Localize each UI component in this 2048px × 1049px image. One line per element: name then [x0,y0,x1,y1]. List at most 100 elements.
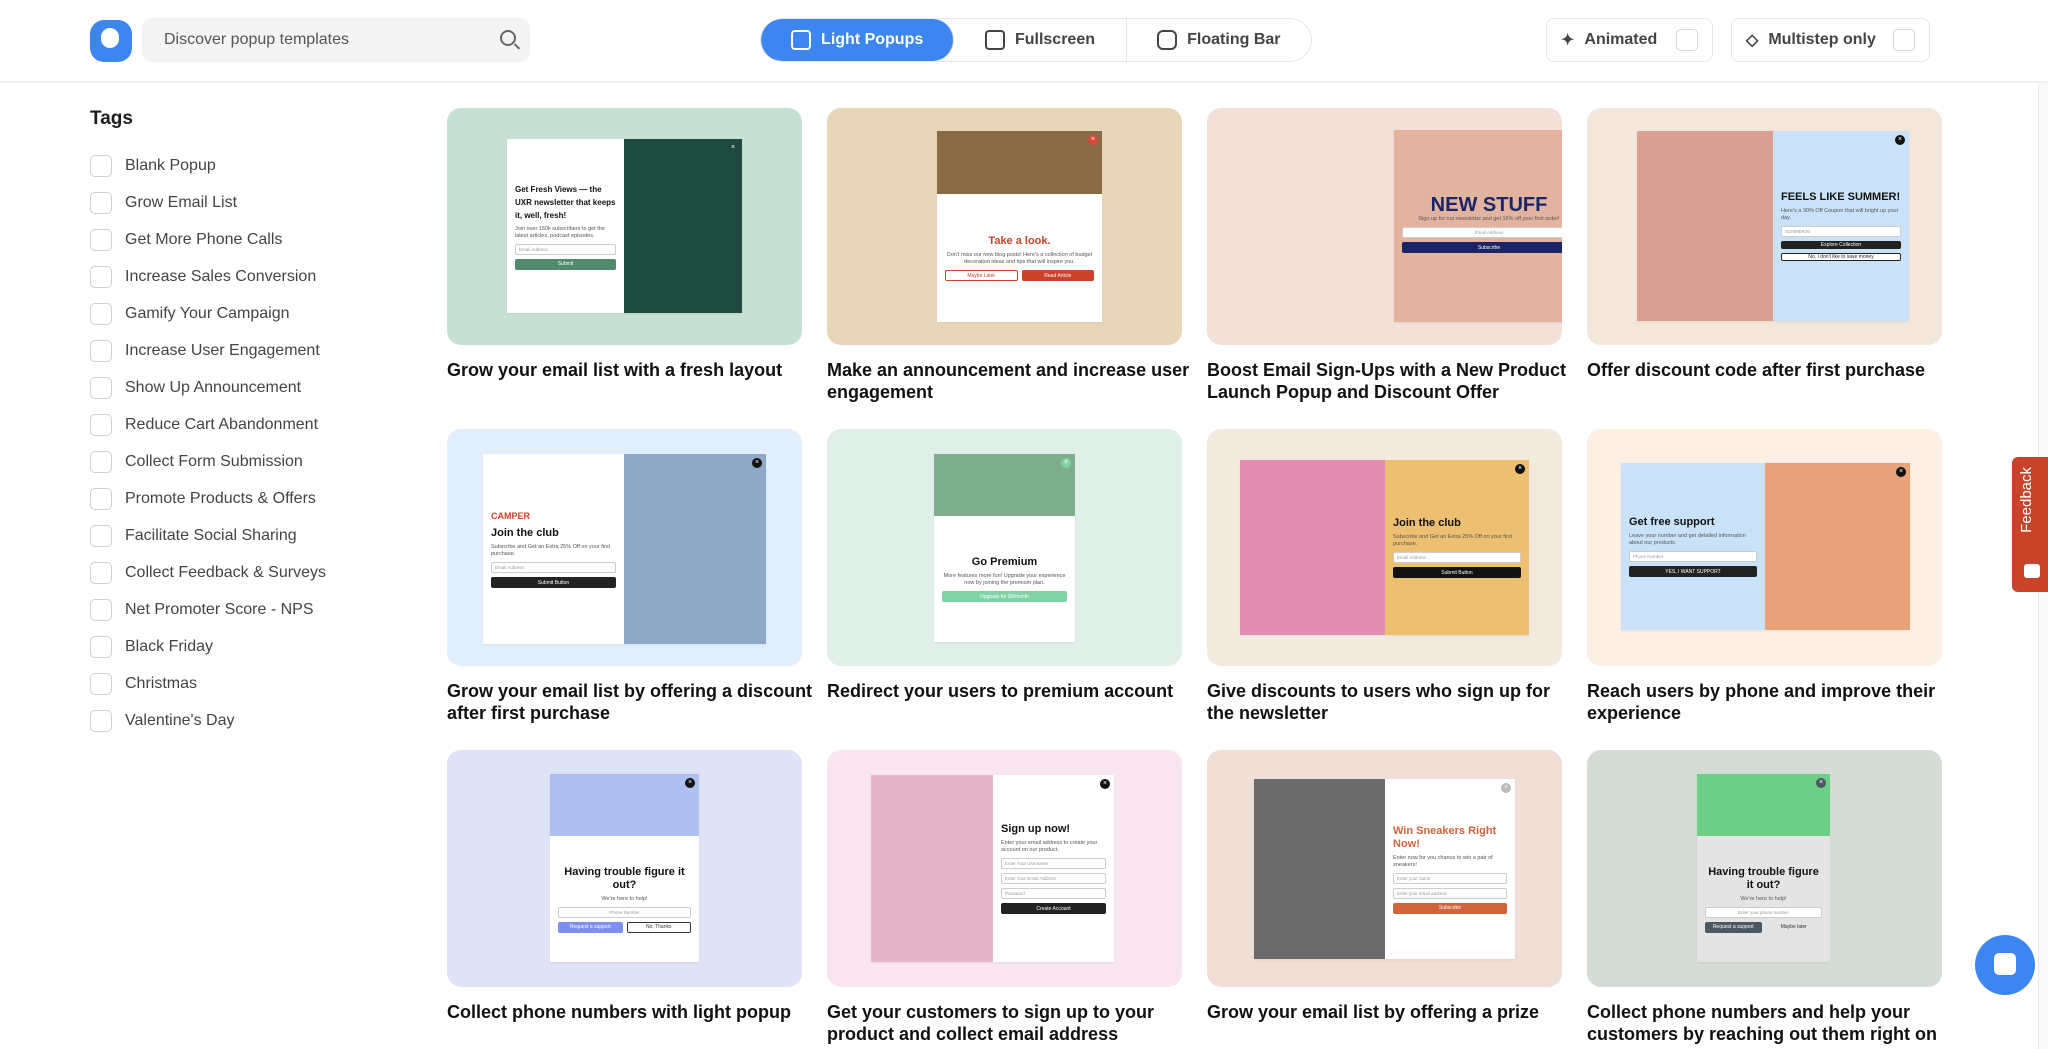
template-title[interactable]: Grow your email list by offering a disco… [447,680,817,724]
popup-image [1697,774,1830,836]
tag-checkbox[interactable] [90,228,112,251]
search-icon[interactable] [500,30,516,46]
popup-content: Get Fresh Views — the UXR newsletter tha… [507,139,624,313]
template-card[interactable]: Go Premium More features more fun! Upgrad… [827,429,1182,702]
template-card[interactable]: FEELS LIKE SUMMER! Here's a 30% Off Coupo… [1587,108,1942,381]
tag-item[interactable]: Increase User Engagement [90,332,326,369]
template-card[interactable]: Win Sneakers Right Now! Enter now for you… [1207,750,1562,1023]
template-card[interactable]: Having trouble figure it out? We're here … [447,750,802,1023]
template-title[interactable]: Collect phone numbers and help your cust… [1587,1001,1957,1045]
tag-item[interactable]: Collect Form Submission [90,443,326,480]
tag-checkbox[interactable] [90,450,112,473]
popup-mockup: NEW STUFF Sign up for our newsletter and … [1394,130,1562,322]
popup-headline: Get Fresh Views — the UXR newsletter tha… [515,184,616,220]
template-card[interactable]: Get Fresh Views — the UXR newsletter tha… [447,108,802,381]
tag-checkbox[interactable] [90,302,112,325]
popup-mockup: Having trouble figure it out? We're here … [550,774,699,962]
multistep-checkbox[interactable] [1893,29,1915,51]
tag-item[interactable]: Net Promoter Score - NPS [90,591,326,628]
tag-checkbox[interactable] [90,672,112,695]
template-preview[interactable]: Win Sneakers Right Now! Enter now for you… [1207,750,1562,987]
popup-button: Create Account [1001,903,1106,914]
tag-item[interactable]: Collect Feedback & Surveys [90,554,326,591]
template-card[interactable]: Having trouble figure it out? We're here … [1587,750,1942,1045]
template-preview[interactable]: Go Premium More features more fun! Upgrad… [827,429,1182,666]
template-title[interactable]: Make an announcement and increase user e… [827,359,1197,403]
tag-label: Show Up Announcement [125,378,302,396]
template-title[interactable]: Collect phone numbers with light popup [447,1001,817,1023]
tag-checkbox[interactable] [90,561,112,584]
tag-checkbox[interactable] [90,413,112,436]
tab-floating-bar[interactable]: Floating Bar [1127,19,1311,61]
tag-item[interactable]: Blank Popup [90,147,326,184]
top-bar: Light Popups Fullscreen Floating Bar ✦ An… [0,0,2048,83]
tag-item[interactable]: Facilitate Social Sharing [90,517,326,554]
tag-item[interactable]: Christmas [90,665,326,702]
tag-item[interactable]: Black Friday [90,628,326,665]
feedback-button[interactable]: Feedback [2012,457,2048,592]
tag-checkbox[interactable] [90,191,112,214]
animated-checkbox[interactable] [1676,29,1698,51]
tag-checkbox[interactable] [90,376,112,399]
tag-label: Blank Popup [125,156,216,174]
popup-button: No, I don't like to save money [1781,253,1901,261]
tag-label: Increase Sales Conversion [125,267,317,285]
template-title[interactable]: Get your customers to sign up to your pr… [827,1001,1197,1045]
template-preview[interactable]: Take a look. Don't miss our new blog post… [827,108,1182,345]
template-preview[interactable]: NEW STUFF Sign up for our newsletter and … [1207,108,1562,345]
logo[interactable] [90,20,132,62]
tag-item[interactable]: Grow Email List [90,184,326,221]
template-card[interactable]: Take a look. Don't miss our new blog post… [827,108,1189,403]
tag-item[interactable]: Show Up Announcement [90,369,326,406]
popup-buttons: Request a support No, Thanks [558,921,691,933]
template-preview[interactable]: Get Fresh Views — the UXR newsletter tha… [447,108,802,345]
template-title[interactable]: Grow your email list by offering a prize [1207,1001,1577,1023]
popup-headline: Win Sneakers Right Now! [1393,824,1497,850]
tag-checkbox[interactable] [90,524,112,547]
search-box[interactable] [142,18,530,62]
tag-item[interactable]: Promote Products & Offers [90,480,326,517]
template-preview[interactable]: Sign up now! Enter your email address to … [827,750,1182,987]
popup-body: Don't miss our new blog posts! Here's a … [946,252,1093,265]
template-preview[interactable]: Having trouble figure it out? We're here … [447,750,802,987]
template-preview[interactable]: Get free support Leave your number and ge… [1587,429,1942,666]
tag-item[interactable]: Reduce Cart Abandonment [90,406,326,443]
tag-checkbox[interactable] [90,598,112,621]
template-title[interactable]: Grow your email list with a fresh layout [447,359,817,381]
template-card[interactable]: Join the club Subscribe and Get an Extra … [1207,429,1562,724]
tab-fullscreen[interactable]: Fullscreen [954,19,1127,61]
template-card[interactable]: Get free support Leave your number and ge… [1587,429,1942,724]
template-card[interactable]: Sign up now! Enter your email address to … [827,750,1182,1045]
tag-item[interactable]: Increase Sales Conversion [90,258,326,295]
tag-checkbox[interactable] [90,487,112,510]
template-title[interactable]: Offer discount code after first purchase [1587,359,1957,381]
tag-item[interactable]: Valentine's Day [90,702,326,739]
tag-label: Valentine's Day [125,711,235,729]
popup-image [1240,460,1385,635]
template-card[interactable]: CAMPER Join the club Subscribe and Get an … [447,429,812,724]
tab-light-popups[interactable]: Light Popups [761,19,955,61]
search-input[interactable] [142,18,472,62]
template-preview[interactable]: Join the club Subscribe and Get an Extra … [1207,429,1562,666]
tag-checkbox[interactable] [90,709,112,732]
tag-item[interactable]: Gamify Your Campaign [90,295,326,332]
template-title[interactable]: Boost Email Sign-Ups with a New Product … [1207,359,1577,403]
close-icon: × [685,778,695,788]
popup-buttons: Submit Button [491,577,616,588]
template-preview[interactable]: FEELS LIKE SUMMER! Here's a 30% Off Coupo… [1587,108,1942,345]
template-card[interactable]: NEW STUFF Sign up for our newsletter and … [1207,108,1566,403]
template-title[interactable]: Redirect your users to premium account [827,680,1197,702]
template-title[interactable]: Give discounts to users who sign up for … [1207,680,1577,724]
tag-checkbox[interactable] [90,265,112,288]
tag-checkbox[interactable] [90,635,112,658]
animated-filter[interactable]: ✦ Animated [1546,18,1713,62]
template-preview[interactable]: Having trouble figure it out? We're here … [1587,750,1942,987]
smile-icon [2024,564,2040,578]
template-title[interactable]: Reach users by phone and improve their e… [1587,680,1957,724]
tag-checkbox[interactable] [90,339,112,362]
tag-checkbox[interactable] [90,154,112,177]
tag-item[interactable]: Get More Phone Calls [90,221,326,258]
chat-button[interactable] [1975,935,2035,995]
multistep-filter[interactable]: ◇ Multistep only [1731,18,1930,62]
template-preview[interactable]: CAMPER Join the club Subscribe and Get an … [447,429,802,666]
